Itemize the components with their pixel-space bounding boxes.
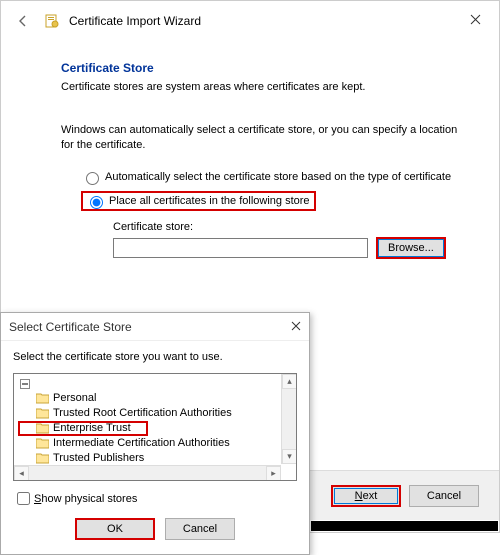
radio-auto-label: Automatically select the certificate sto… (105, 171, 451, 183)
section-subtext: Certificate stores are system areas wher… (61, 81, 459, 93)
close-icon[interactable] (461, 9, 489, 29)
tree-item-label: Trusted Publishers (53, 451, 144, 466)
next-label: Next (355, 490, 378, 502)
folder-icon (36, 393, 49, 404)
radio-auto-input[interactable] (86, 172, 99, 185)
tree-item-intermediate[interactable]: Intermediate Certification Authorities (18, 436, 280, 451)
vertical-scrollbar[interactable]: ▴ ▾ (281, 374, 296, 464)
tree-expander[interactable] (18, 376, 280, 391)
dialog-titlebar: Select Certificate Store (1, 313, 309, 341)
store-label: Certificate store: (113, 221, 459, 233)
show-physical-checkbox[interactable]: Show physical stores (13, 489, 297, 508)
dialog-close-icon[interactable] (291, 320, 301, 334)
folder-icon (36, 408, 49, 419)
dialog-instruction: Select the certificate store you want to… (13, 351, 297, 363)
instruction-text: Windows can automatically select a certi… (61, 123, 459, 153)
dialog-body: Select the certificate store you want to… (1, 341, 309, 554)
content-area: Certificate Store Certificate stores are… (1, 41, 499, 259)
show-physical-input[interactable] (17, 492, 30, 505)
tree-item-trusted-publishers[interactable]: Trusted Publishers (18, 451, 280, 466)
tree-item-trusted-root[interactable]: Trusted Root Certification Authorities (18, 406, 280, 421)
tree-item-label: Trusted Root Certification Authorities (53, 406, 232, 421)
tree-view[interactable]: Personal Trusted Root Certification Auth… (13, 373, 297, 481)
browse-label: Browse... (388, 242, 434, 254)
scroll-right-icon[interactable]: ▸ (266, 466, 281, 481)
back-arrow-icon[interactable] (11, 9, 35, 33)
ok-button[interactable]: OK (75, 518, 155, 540)
tree-item-label: Personal (53, 391, 96, 406)
cancel-button[interactable]: Cancel (409, 485, 479, 507)
section-heading: Certificate Store (61, 61, 459, 75)
decorative-strip (311, 521, 498, 531)
folder-icon (36, 453, 49, 464)
folder-icon (36, 438, 49, 449)
folder-icon (36, 423, 49, 434)
dialog-cancel-button[interactable]: Cancel (165, 518, 235, 540)
radio-group: Automatically select the certificate sto… (81, 169, 459, 211)
radio-auto-select[interactable]: Automatically select the certificate sto… (81, 169, 459, 185)
horizontal-scrollbar[interactable]: ◂ ▸ (14, 465, 281, 480)
scroll-down-icon[interactable]: ▾ (282, 449, 297, 464)
scroll-left-icon[interactable]: ◂ (14, 466, 29, 481)
tree-item-enterprise-trust[interactable]: Enterprise Trust (18, 421, 148, 436)
tree-item-label: Intermediate Certification Authorities (53, 436, 230, 451)
store-block: Certificate store: Browse... (113, 221, 459, 259)
titlebar: Certificate Import Wizard (1, 1, 499, 41)
select-store-dialog: Select Certificate Store Select the cert… (0, 312, 310, 555)
show-physical-label: Show physical stores (34, 493, 137, 505)
certificate-icon (43, 12, 61, 30)
tree-item-label: Enterprise Trust (53, 421, 131, 436)
store-input[interactable] (113, 238, 368, 258)
radio-place-label: Place all certificates in the following … (109, 195, 310, 207)
tree-item-personal[interactable]: Personal (18, 391, 280, 406)
browse-button[interactable]: Browse... (376, 237, 446, 259)
radio-place-highlight: Place all certificates in the following … (81, 191, 316, 211)
dialog-button-row: OK Cancel (13, 518, 297, 540)
radio-place-input[interactable] (90, 196, 103, 209)
dialog-title: Select Certificate Store (9, 320, 132, 334)
scroll-up-icon[interactable]: ▴ (282, 374, 297, 389)
next-button[interactable]: Next (331, 485, 401, 507)
window-title: Certificate Import Wizard (69, 14, 201, 28)
